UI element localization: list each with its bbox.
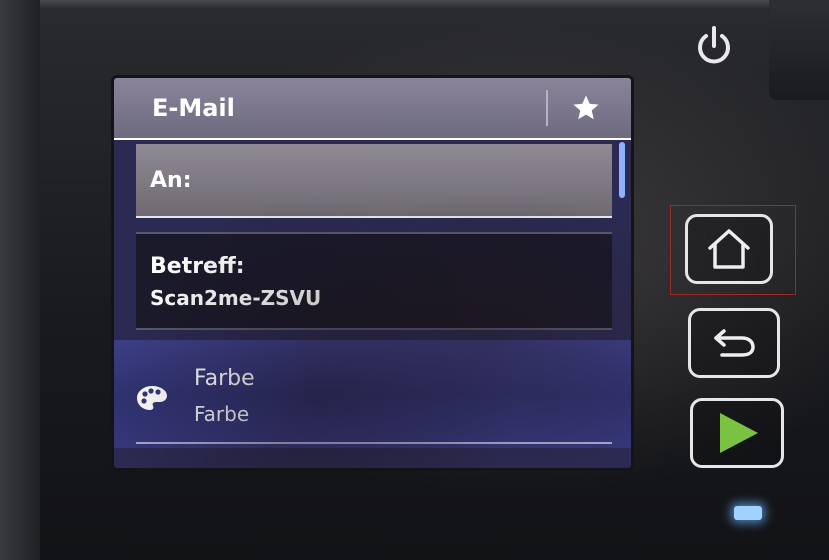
back-button[interactable] (688, 308, 780, 378)
scrollbar[interactable] (619, 142, 625, 198)
touch-screen: E-Mail An: Betreff: Scan2me-ZSVU Farbe F… (114, 78, 631, 468)
status-led (734, 506, 762, 520)
back-icon (714, 329, 755, 357)
star-icon (573, 95, 599, 120)
palette-icon (137, 386, 167, 410)
start-icon (720, 413, 758, 453)
home-icon (708, 229, 750, 269)
power-button[interactable] (690, 20, 738, 72)
bezel-top-edge (0, 0, 829, 10)
power-icon (698, 26, 730, 64)
bezel-left-edge (0, 0, 40, 560)
subject-field[interactable]: Betreff: Scan2me-ZSVU (136, 232, 612, 330)
favorite-button[interactable] (561, 88, 611, 128)
color-option-row[interactable]: Farbe Farbe (114, 340, 631, 448)
subject-field-value: Scan2me-ZSVU (150, 286, 322, 310)
row-divider (136, 442, 612, 444)
to-field[interactable]: An: (136, 144, 612, 218)
home-button[interactable] (685, 214, 773, 284)
color-option-value: Farbe (194, 402, 250, 426)
subject-field-label: Betreff: (150, 254, 245, 279)
start-button[interactable] (690, 398, 784, 468)
page-title: E-Mail (152, 94, 235, 122)
color-option-title: Farbe (194, 366, 255, 391)
bezel-notch (769, 0, 829, 100)
to-field-label: An: (150, 168, 192, 193)
title-bar: E-Mail (114, 78, 631, 140)
title-separator (546, 90, 548, 126)
